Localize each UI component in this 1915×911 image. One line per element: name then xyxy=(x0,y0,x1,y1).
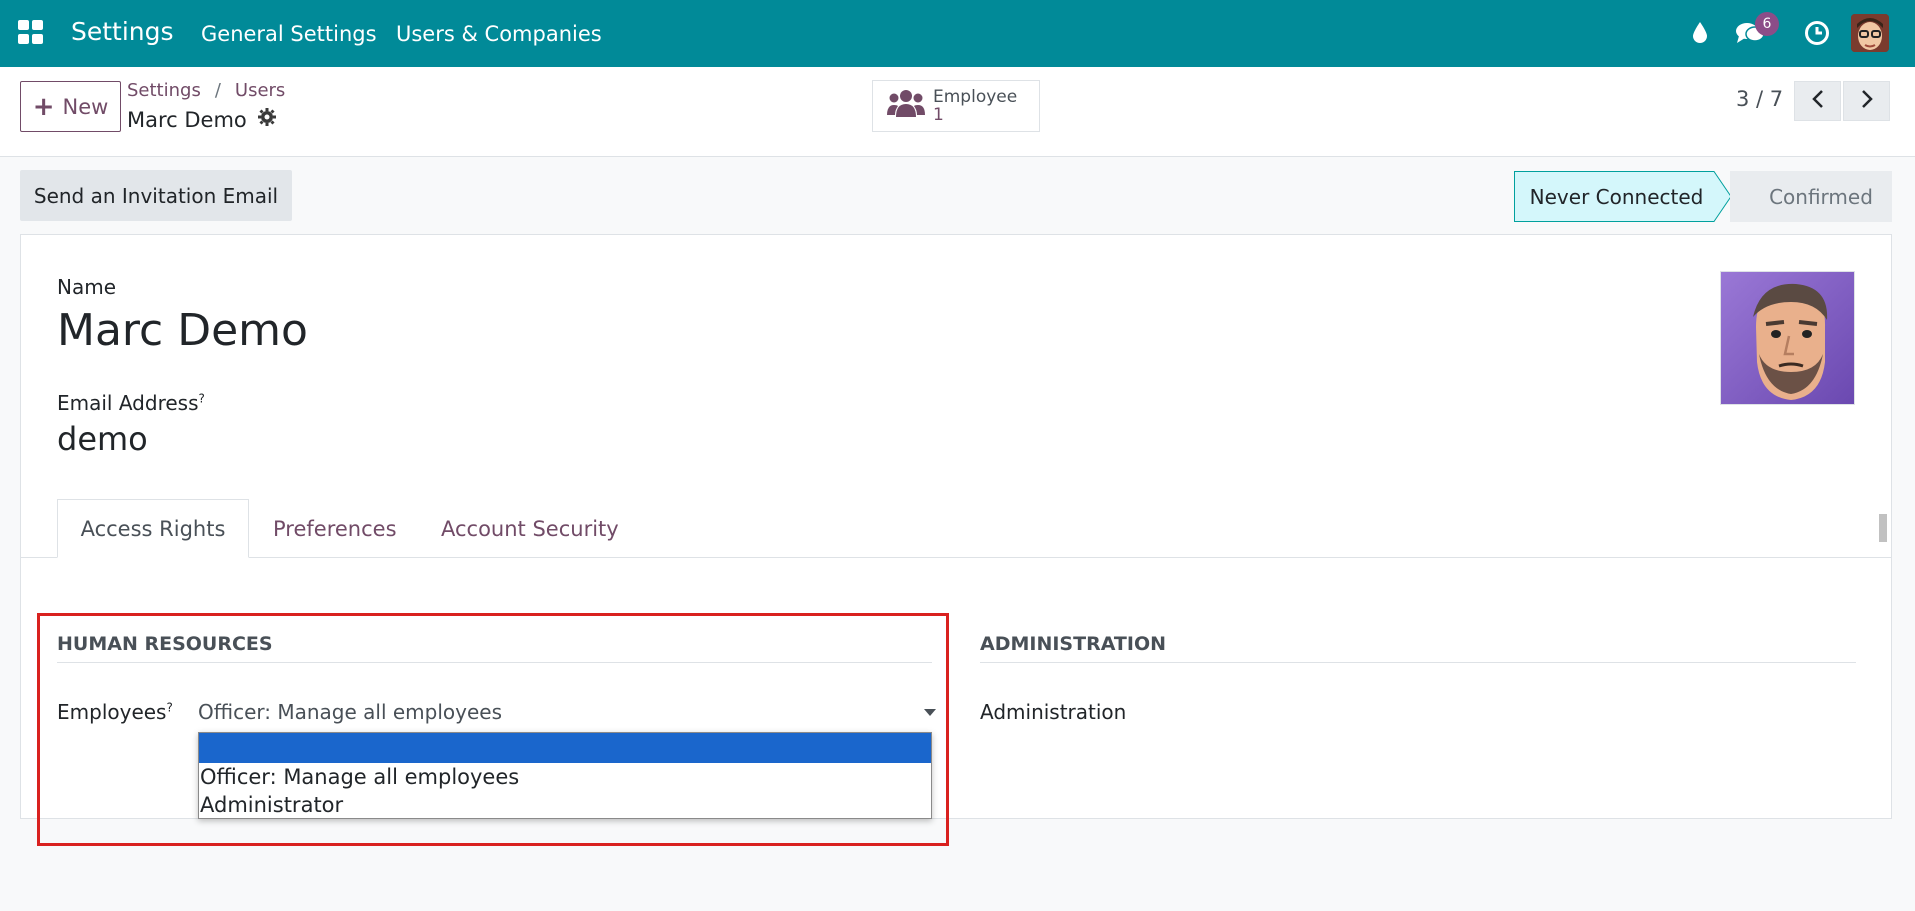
name-value[interactable]: Marc Demo xyxy=(57,305,308,356)
menu-general-settings[interactable]: General Settings xyxy=(201,22,377,46)
status-never-connected[interactable]: Never Connected xyxy=(1514,171,1719,222)
gear-icon[interactable] xyxy=(257,107,277,132)
breadcrumb-separator: / xyxy=(214,80,221,101)
send-invitation-button[interactable]: Send an Invitation Email xyxy=(20,170,292,221)
email-value[interactable]: demo xyxy=(57,420,148,458)
new-button-label: New xyxy=(62,94,109,119)
admin-group-title: ADMINISTRATION xyxy=(980,633,1167,655)
control-panel: + New Settings / Users Marc Demo Employe… xyxy=(0,67,1915,157)
chevron-left-icon xyxy=(1811,89,1825,113)
administration-label: Administration xyxy=(980,700,1127,724)
app-brand[interactable]: Settings xyxy=(71,17,174,46)
tab-preferences[interactable]: Preferences xyxy=(273,499,397,558)
droplet-icon[interactable] xyxy=(1685,18,1715,48)
menu-users-companies[interactable]: Users & Companies xyxy=(396,22,602,46)
breadcrumb-settings[interactable]: Settings xyxy=(127,80,201,101)
apps-icon[interactable] xyxy=(18,20,44,44)
tab-access-rights[interactable]: Access Rights xyxy=(57,499,249,558)
help-icon[interactable]: ? xyxy=(199,391,205,405)
plus-icon: + xyxy=(32,91,55,122)
new-button[interactable]: + New xyxy=(20,81,121,132)
clock-icon[interactable] xyxy=(1802,18,1832,48)
pager-previous-button[interactable] xyxy=(1794,81,1841,121)
highlight-annotation xyxy=(37,613,949,846)
record-title: Marc Demo xyxy=(127,107,247,132)
email-label-text: Email Address xyxy=(57,391,199,415)
chevron-right-icon xyxy=(1860,89,1874,113)
employee-smart-button[interactable]: Employee 1 xyxy=(872,80,1040,132)
messages-count-badge: 6 xyxy=(1755,12,1779,36)
user-avatar[interactable] xyxy=(1851,14,1889,52)
tabs-scrollbar[interactable] xyxy=(1876,500,1890,556)
tab-account-security[interactable]: Account Security xyxy=(441,499,619,558)
status-confirmed[interactable]: Confirmed xyxy=(1730,171,1892,222)
name-label: Name xyxy=(57,275,117,299)
email-label: Email Address? xyxy=(57,391,205,415)
pager-value[interactable]: 3 / 7 xyxy=(1736,87,1783,111)
user-photo[interactable] xyxy=(1720,271,1855,405)
admin-group-divider xyxy=(980,662,1856,663)
smart-button-label: Employee xyxy=(933,87,1018,107)
record-title-row: Marc Demo xyxy=(127,107,277,132)
breadcrumb: Settings / Users xyxy=(127,80,285,101)
scrollbar-thumb[interactable] xyxy=(1879,514,1887,542)
users-icon xyxy=(887,87,925,125)
pager-next-button[interactable] xyxy=(1843,81,1890,121)
top-navbar: Settings General Settings Users & Compan… xyxy=(0,0,1915,67)
breadcrumb-users[interactable]: Users xyxy=(235,80,285,101)
smart-button-count: 1 xyxy=(933,105,944,125)
